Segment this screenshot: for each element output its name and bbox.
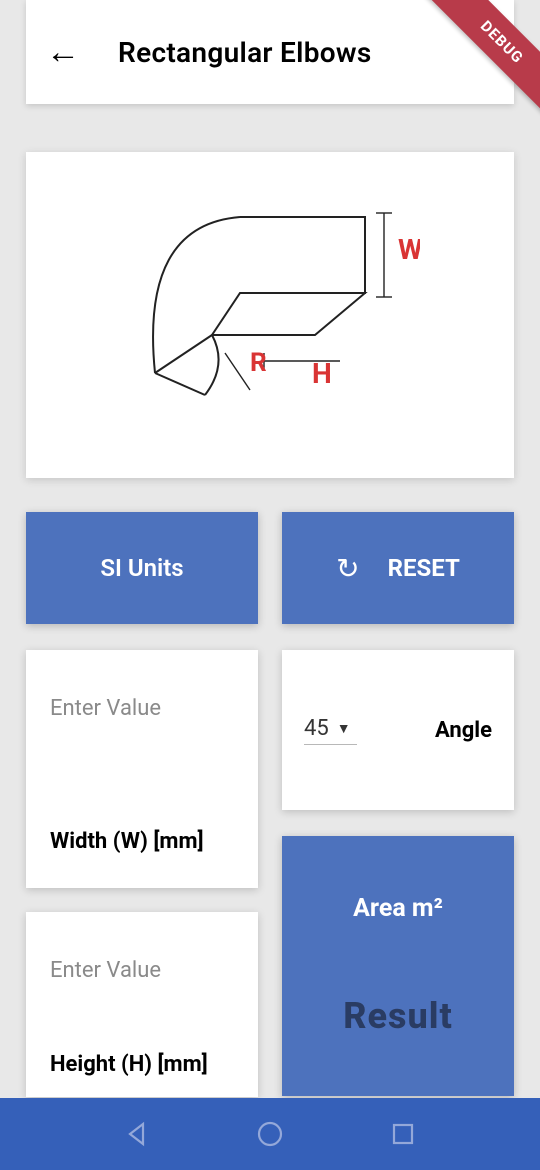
nav-recent-button[interactable] xyxy=(386,1117,420,1151)
angle-dropdown[interactable]: 45 ▼ xyxy=(304,716,357,745)
units-toggle-button[interactable]: SI Units xyxy=(26,512,258,624)
area-title: Area m² xyxy=(353,894,443,923)
diagram-label-R: R xyxy=(250,348,267,378)
reset-label: RESET xyxy=(388,554,460,582)
width-field-label: Width (W) [mm] xyxy=(50,829,234,854)
elbow-diagram-icon: W R H xyxy=(120,185,420,445)
width-input-card: Enter Value Width (W) [mm] xyxy=(26,650,258,888)
height-input[interactable]: Enter Value xyxy=(50,958,234,983)
refresh-icon: ↻ xyxy=(336,552,359,585)
angle-card: 45 ▼ Angle xyxy=(282,650,514,810)
nav-home-button[interactable] xyxy=(253,1117,287,1151)
angle-label: Angle xyxy=(435,718,492,743)
back-arrow-icon[interactable]: ← xyxy=(46,35,80,69)
app-header: ← Rectangular Elbows xyxy=(26,0,514,104)
units-label: SI Units xyxy=(100,554,183,582)
result-card: Area m² Result xyxy=(282,836,514,1096)
chevron-down-icon: ▼ xyxy=(337,720,351,737)
height-field-label: Height (H) [mm] xyxy=(50,1052,234,1077)
width-input[interactable]: Enter Value xyxy=(50,696,234,721)
system-navbar xyxy=(0,1098,540,1170)
height-input-card: Enter Value Height (H) [mm] xyxy=(26,912,258,1097)
angle-selected-value: 45 xyxy=(304,716,329,741)
nav-back-button[interactable] xyxy=(120,1117,154,1151)
reset-button[interactable]: ↻ RESET xyxy=(282,512,514,624)
elbow-diagram-card: W R H xyxy=(26,152,514,478)
page-title: Rectangular Elbows xyxy=(118,36,372,69)
diagram-label-H: H xyxy=(312,357,332,390)
diagram-label-W: W xyxy=(398,233,420,266)
result-value: Result xyxy=(343,995,453,1037)
